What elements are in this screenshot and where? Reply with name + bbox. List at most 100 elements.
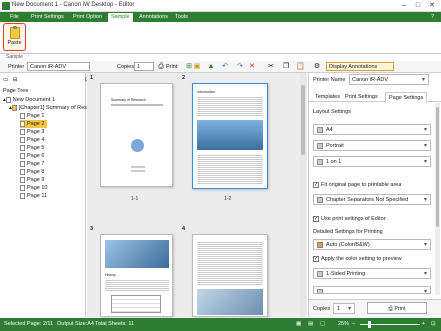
new-page-icon[interactable]: ▭ xyxy=(3,77,8,83)
settings-scrollbar[interactable] xyxy=(435,103,440,295)
print-button-label: Print xyxy=(394,306,406,312)
copies-input-panel[interactable]: 1 xyxy=(333,303,355,314)
fit-original-checkbox[interactable]: ✓ Fit original page to printable area xyxy=(313,181,401,189)
tree-page-item[interactable]: Page 10 xyxy=(20,184,48,192)
minimize-button[interactable]: – xyxy=(398,1,410,11)
color-mode-select[interactable]: Auto (Color/B&W) xyxy=(313,239,431,250)
ribbon: Paste xyxy=(0,22,441,54)
page-icon xyxy=(20,128,25,135)
copies-label-panel: Copies xyxy=(313,306,331,312)
tree-page-item[interactable]: Page 5 xyxy=(20,144,44,152)
fit-mode-icon[interactable]: ▢ xyxy=(320,318,325,331)
scrollbar-thumb[interactable] xyxy=(301,85,305,155)
paste-button[interactable]: Paste xyxy=(3,23,26,51)
copy-icon[interactable]: ❐ xyxy=(282,63,290,71)
help-icon[interactable]: ? xyxy=(428,13,437,22)
cut-icon[interactable]: ✂ xyxy=(267,63,275,71)
tree-page-item[interactable]: Page 9 xyxy=(20,176,44,184)
close-button[interactable]: ✕ xyxy=(426,1,438,11)
tab-print-settings[interactable]: Print Settings xyxy=(28,13,67,22)
ribbon-tab-bar: File Print Settings Print Option Sample … xyxy=(0,12,441,22)
tree-page-item[interactable]: Page 11 xyxy=(20,192,47,200)
pages-per-sheet-select[interactable]: 1 on 1 xyxy=(313,156,431,167)
tree-root[interactable]: ▴ New Document 1 xyxy=(3,96,55,104)
thumb-title: Introduction xyxy=(197,90,216,94)
partial-select[interactable] xyxy=(313,286,431,294)
fit-page-icon[interactable]: ⊡ xyxy=(431,318,436,331)
print-button[interactable]: Print xyxy=(166,62,177,72)
apply-color-checkbox[interactable]: ✓ Apply the color setting to preview xyxy=(313,255,402,263)
collapse-icon[interactable]: ⊟ xyxy=(13,77,18,83)
tab-annotations[interactable]: Annotations xyxy=(136,13,171,22)
tree-page-item[interactable]: Page 8 xyxy=(20,168,44,176)
tree-root-label: New Document 1 xyxy=(12,97,55,103)
redo-icon[interactable]: ↷ xyxy=(236,63,244,71)
page-thumbnail[interactable] xyxy=(192,234,268,317)
display-annotations-toggle[interactable]: Display Annotations xyxy=(326,62,394,71)
tab-print-option[interactable]: Print Option xyxy=(70,13,105,22)
sided-printing-select[interactable]: 1-Sided Printing xyxy=(313,268,431,279)
tab-print-settings-panel[interactable]: Print Settings xyxy=(345,94,378,100)
print-button-panel[interactable]: ⎙ Print xyxy=(367,302,427,314)
output-size-status: Output Size:A4 xyxy=(57,321,94,327)
zoom-in-button[interactable]: + xyxy=(422,318,425,331)
tree-page-item[interactable]: Page 7 xyxy=(20,160,44,168)
use-editor-settings-label: Use print settings of Editor xyxy=(321,216,386,222)
zoom-slider-thumb[interactable] xyxy=(368,321,371,328)
view-mode-icon[interactable]: ▦ xyxy=(296,318,301,331)
page-icon xyxy=(20,112,25,119)
scrollbar-thumb[interactable] xyxy=(436,107,439,227)
layout-settings-header: Layout Settings xyxy=(313,109,351,115)
paper-size-select[interactable]: A4 xyxy=(313,124,431,135)
tree-page-label: Page 8 xyxy=(27,169,45,175)
page-number: 3 xyxy=(90,226,94,232)
tree-page-item[interactable]: Page 4 xyxy=(20,136,44,144)
tree-page-item[interactable]: Page 6 xyxy=(20,152,44,160)
page-thumbnail[interactable]: Summary of Research xyxy=(100,83,173,187)
vertical-scrollbar[interactable] xyxy=(300,73,306,317)
printer-name-select[interactable]: Canon iR-ADV xyxy=(349,74,429,85)
zoom-out-button[interactable]: − xyxy=(352,318,355,331)
page-icon xyxy=(20,184,25,191)
tree-page-label: Page 5 xyxy=(27,145,45,151)
tree-page-label: Page 1 xyxy=(27,113,45,119)
tab-tools[interactable]: Tools xyxy=(172,13,191,22)
delete-icon[interactable]: ✕ xyxy=(248,63,256,71)
paper-icon xyxy=(317,127,323,133)
tab-templates[interactable]: Templates xyxy=(315,94,340,100)
move-up-icon[interactable]: ▲ xyxy=(207,63,215,71)
layout-mode-icon[interactable]: ▤ xyxy=(308,318,313,331)
page-icon xyxy=(20,136,25,143)
undo-icon[interactable]: ↶ xyxy=(221,63,229,71)
layout-icon xyxy=(317,159,323,165)
page-icon xyxy=(20,168,25,175)
tree-page-item[interactable]: Page 3 xyxy=(20,128,44,136)
total-sheets-status: Total Sheets: 11 xyxy=(95,321,135,327)
page-thumbnail[interactable]: History xyxy=(100,234,173,317)
chapter-separator-select[interactable]: Chapter Separators Not Specified xyxy=(313,194,431,205)
add-chapter-icon[interactable]: ▣ xyxy=(193,63,201,71)
tree-page-label: Page 2 xyxy=(27,121,45,127)
selected-page-status: Selected Page: 2/11 xyxy=(4,321,54,327)
print-footer: Copies 1 ⎙ Print xyxy=(309,299,441,317)
checkmark-icon: ✓ xyxy=(313,215,319,222)
printer-select[interactable]: Canon iR-ADV xyxy=(27,62,90,71)
page-tree-header: Page Tree xyxy=(3,88,29,94)
tree-page-item[interactable]: Page 2 xyxy=(20,120,48,128)
tab-sample[interactable]: Sample xyxy=(108,13,133,22)
paper-size-value: A4 xyxy=(326,127,333,133)
page-thumbnail-selected[interactable]: Introduction xyxy=(192,83,268,189)
tab-page-settings[interactable]: Page Settings xyxy=(385,92,428,103)
settings-icon[interactable]: ⚙ xyxy=(313,63,321,71)
tab-file[interactable]: File xyxy=(7,13,22,22)
chapter-icon xyxy=(317,197,323,203)
maximize-button[interactable]: □ xyxy=(412,1,424,11)
page-icon xyxy=(20,176,25,183)
orientation-select[interactable]: Portrait xyxy=(313,140,431,151)
color-icon xyxy=(317,242,323,248)
copies-input[interactable]: 1 xyxy=(134,62,154,71)
paste-icon[interactable]: 📋 xyxy=(296,63,305,71)
use-editor-settings-checkbox[interactable]: ✓ Use print settings of Editor xyxy=(313,215,386,223)
tree-page-item[interactable]: Page 1 xyxy=(20,112,44,120)
insert-page-icon[interactable]: ⊞ xyxy=(185,63,193,71)
